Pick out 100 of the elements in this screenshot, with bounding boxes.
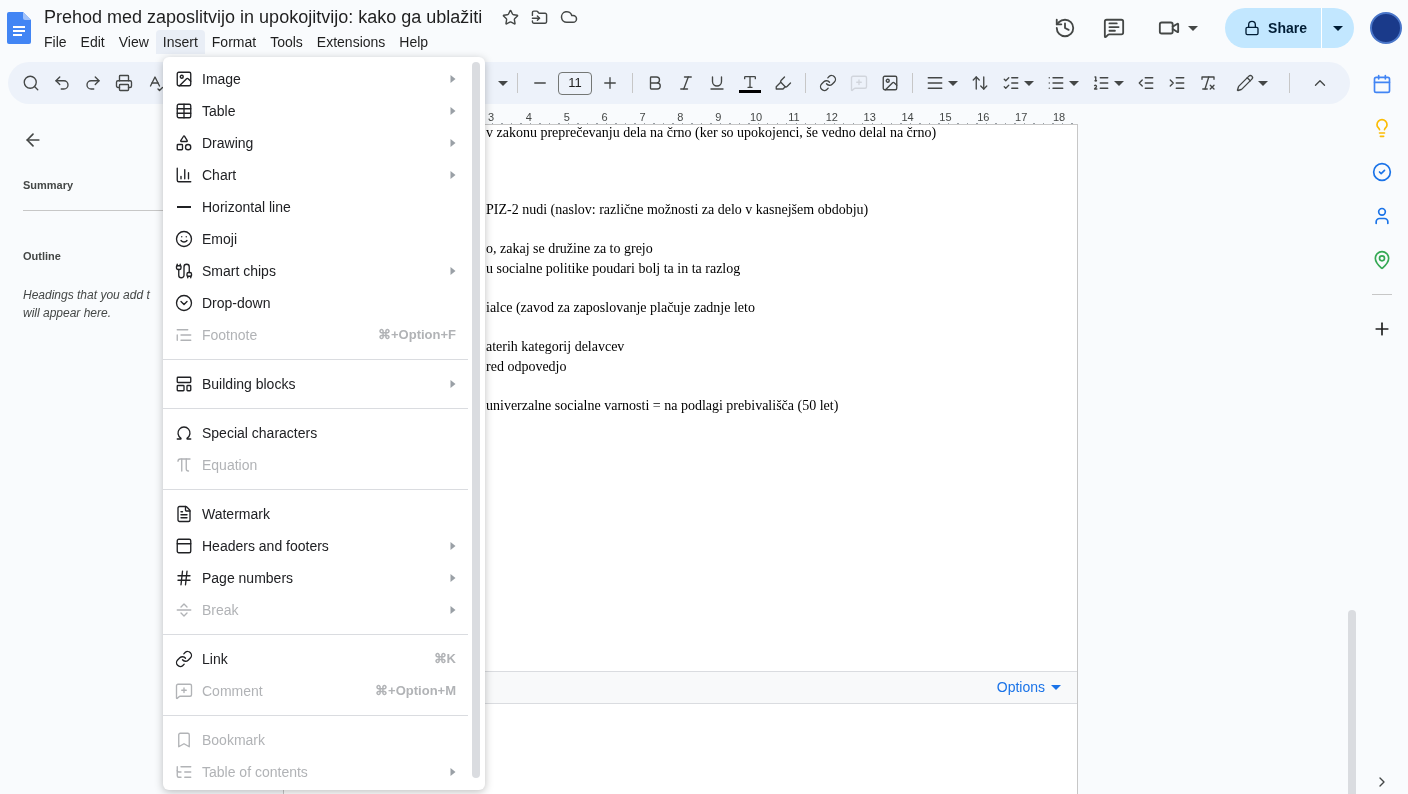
menu-item-label: Drawing — [202, 133, 255, 153]
menu-bar-item[interactable]: Edit — [73, 30, 112, 54]
history-icon[interactable] — [1054, 17, 1077, 39]
document-logo[interactable] — [7, 12, 31, 44]
menu-item[interactable]: Smart chips — [163, 255, 468, 287]
hash-icon — [175, 569, 193, 587]
menu-item[interactable]: Link ⌘K — [163, 643, 468, 675]
align-icon — [926, 74, 944, 92]
outline-hint: will appear here. — [23, 305, 112, 322]
menu-item[interactable]: Emoji — [163, 223, 468, 255]
options-button[interactable]: Options — [996, 677, 1061, 698]
calendar-icon[interactable] — [1372, 74, 1392, 94]
caret-icon — [1258, 80, 1268, 86]
list-icon — [175, 763, 193, 781]
menu-item-label: Comment — [202, 681, 264, 701]
bullet-list-icon — [1047, 74, 1065, 92]
checklist-icon — [1002, 74, 1020, 92]
caret-icon — [1069, 80, 1079, 86]
star-icon[interactable] — [502, 8, 520, 26]
caret-icon — [1114, 80, 1124, 86]
menu-item[interactable]: Page numbers — [163, 562, 468, 594]
shortcut-label: ⌘+Option+F — [378, 326, 456, 345]
menu-item-label: Emoji — [202, 229, 238, 249]
menu-item[interactable]: Horizontal line — [163, 191, 468, 223]
dropdown-icon — [175, 294, 193, 312]
menu-item[interactable]: Headers and footers — [163, 530, 468, 562]
menu-scrollbar[interactable] — [472, 62, 480, 778]
menu-item-label: Break — [202, 600, 240, 620]
outline-heading: Outline — [23, 248, 62, 264]
blocks-icon — [175, 375, 193, 393]
lines-icon — [175, 326, 193, 344]
document-title[interactable]: Prehod med zaposlitvijo in upokojitvijo: kako ga ublažiti — [44, 8, 483, 26]
menu-item-label: Building blocks — [202, 374, 297, 394]
menu-bar-item[interactable]: Extensions — [309, 30, 393, 54]
menu-item[interactable]: Building blocks — [163, 368, 468, 400]
move-folder-icon[interactable] — [531, 8, 549, 26]
menu-bar-item[interactable]: Insert — [155, 30, 205, 54]
omega-icon — [175, 424, 193, 442]
menu-item[interactable]: Chart — [163, 159, 468, 191]
person-icon[interactable] — [1372, 206, 1392, 226]
document-text-line: univerzalne socialne varnosti = na podlagi prebivališča (50 let) — [486, 397, 839, 415]
menu-item-label: Special characters — [202, 423, 319, 443]
bookmark-icon — [175, 731, 193, 749]
table-icon — [175, 102, 193, 120]
caret-icon — [1051, 685, 1061, 690]
document-text-line: aterih kategorij delavcev — [486, 338, 625, 356]
document-text-line: v zakonu preprečevanju dela na črno (ker so upokojenci, še vedno delal na črno) — [486, 124, 937, 142]
menu-bar-item[interactable]: View — [111, 30, 156, 54]
pencil-icon — [1236, 74, 1254, 92]
shortcut-label: ⌘+Option+M — [375, 682, 456, 701]
lock-icon — [1244, 20, 1261, 36]
image-icon — [175, 70, 193, 88]
check-circle-icon[interactable] — [1372, 162, 1392, 182]
document-text-line: u socialne politike poudari bolj ta in ta razlog — [486, 260, 741, 278]
document-text-line: o, zakaj se družine za to grejo — [486, 240, 653, 258]
menu-item[interactable]: Drop-down — [163, 287, 468, 319]
menu-item-label: Headers and footers — [202, 536, 330, 556]
menu-item-label: Table of contents — [202, 762, 309, 782]
line-icon — [175, 206, 193, 208]
document-icon — [175, 505, 193, 523]
smiley-icon — [175, 230, 193, 248]
menu-item[interactable]: Image — [163, 63, 468, 95]
shapes-icon — [175, 134, 193, 152]
comment-icon[interactable] — [1103, 17, 1126, 39]
menu-item-label: Table — [202, 101, 237, 121]
document-text-line: PIZ-2 nudi (naslov: različne možnosti za delo v kasnejšem obdobju) — [486, 201, 869, 219]
menu-item-label: Bookmark — [202, 730, 267, 750]
menu-item[interactable]: Table — [163, 95, 468, 127]
link-icon — [175, 650, 193, 668]
font-size-field[interactable]: 11 — [558, 71, 592, 95]
menu-item-label: Link — [202, 649, 229, 669]
menu-item-label: Page numbers — [202, 568, 295, 588]
menu-item[interactable]: Special characters — [163, 417, 468, 449]
comment-icon — [175, 682, 193, 700]
header-footer-icon — [175, 537, 193, 555]
share-button[interactable]: Share — [1225, 8, 1322, 48]
document-text-line: red odpovedjo — [486, 358, 567, 376]
menu-item[interactable]: Watermark — [163, 498, 468, 530]
caret-icon — [948, 80, 958, 86]
caret-icon — [1024, 80, 1034, 86]
document-text-line: ialce (zavod za zaposlovanje plačuje zadnje leto — [486, 299, 755, 317]
chip-icon — [175, 262, 193, 280]
menu-item-label: Chart — [202, 165, 238, 185]
menu-bar-item[interactable]: File — [37, 30, 74, 54]
menu-item-label: Equation — [202, 455, 259, 475]
bar-chart-icon — [175, 166, 193, 184]
menu-item-label: Image — [202, 69, 242, 89]
cloud-icon[interactable] — [560, 8, 579, 26]
menu-bar-item[interactable]: Format — [204, 30, 264, 54]
menu-item-label: Footnote — [202, 325, 259, 345]
menu-item[interactable]: Drawing — [163, 127, 468, 159]
avatar[interactable] — [1370, 12, 1402, 44]
numbered-list-icon — [1092, 74, 1110, 92]
menu-bar-item[interactable]: Help — [392, 30, 436, 54]
caret-icon — [1188, 25, 1199, 31]
font-caret-icon — [498, 80, 508, 86]
map-pin-icon[interactable] — [1372, 250, 1392, 270]
summary-heading: Summary — [23, 178, 75, 193]
scrollbar-thumb[interactable] — [1348, 610, 1356, 794]
menu-bar-item[interactable]: Tools — [263, 30, 310, 54]
